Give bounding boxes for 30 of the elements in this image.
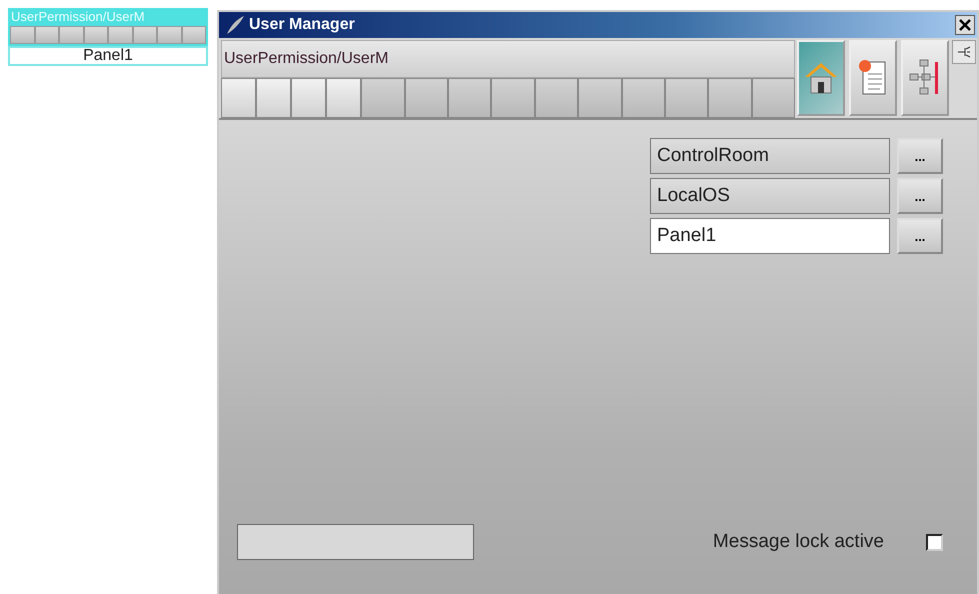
close-button[interactable] xyxy=(955,15,975,35)
checkbox[interactable] xyxy=(926,534,943,550)
list-item[interactable]: ControlRoom xyxy=(650,138,890,174)
segment xyxy=(10,26,34,44)
browse-button[interactable]: ... xyxy=(897,218,943,254)
segment xyxy=(132,26,157,44)
segment xyxy=(108,26,132,44)
input-field[interactable] xyxy=(237,524,474,560)
window-title: User Manager xyxy=(249,16,356,34)
segment xyxy=(182,26,206,44)
list-item[interactable]: Panel1 xyxy=(650,218,890,254)
list-item[interactable]: LocalOS xyxy=(650,178,890,214)
segment xyxy=(59,26,84,44)
path-label: UserPermission/UserM xyxy=(221,40,795,78)
segment xyxy=(157,26,182,44)
feather-icon xyxy=(225,15,245,35)
house-icon xyxy=(803,61,839,95)
widget-title: UserPermission/UserM xyxy=(8,8,208,26)
toolbar-button[interactable] xyxy=(849,40,897,116)
browse-button[interactable]: ... xyxy=(897,138,943,174)
pin-button[interactable] xyxy=(952,40,976,64)
pin-icon xyxy=(957,46,971,58)
browse-button[interactable]: ... xyxy=(897,178,943,214)
widget-label: Panel1 xyxy=(8,46,208,66)
segment xyxy=(34,26,59,44)
toolbar-button[interactable] xyxy=(901,40,949,116)
segment xyxy=(84,26,108,44)
toolbar-button[interactable] xyxy=(797,40,845,116)
close-icon xyxy=(959,19,971,31)
checkbox-label: Message lock active xyxy=(712,531,884,553)
